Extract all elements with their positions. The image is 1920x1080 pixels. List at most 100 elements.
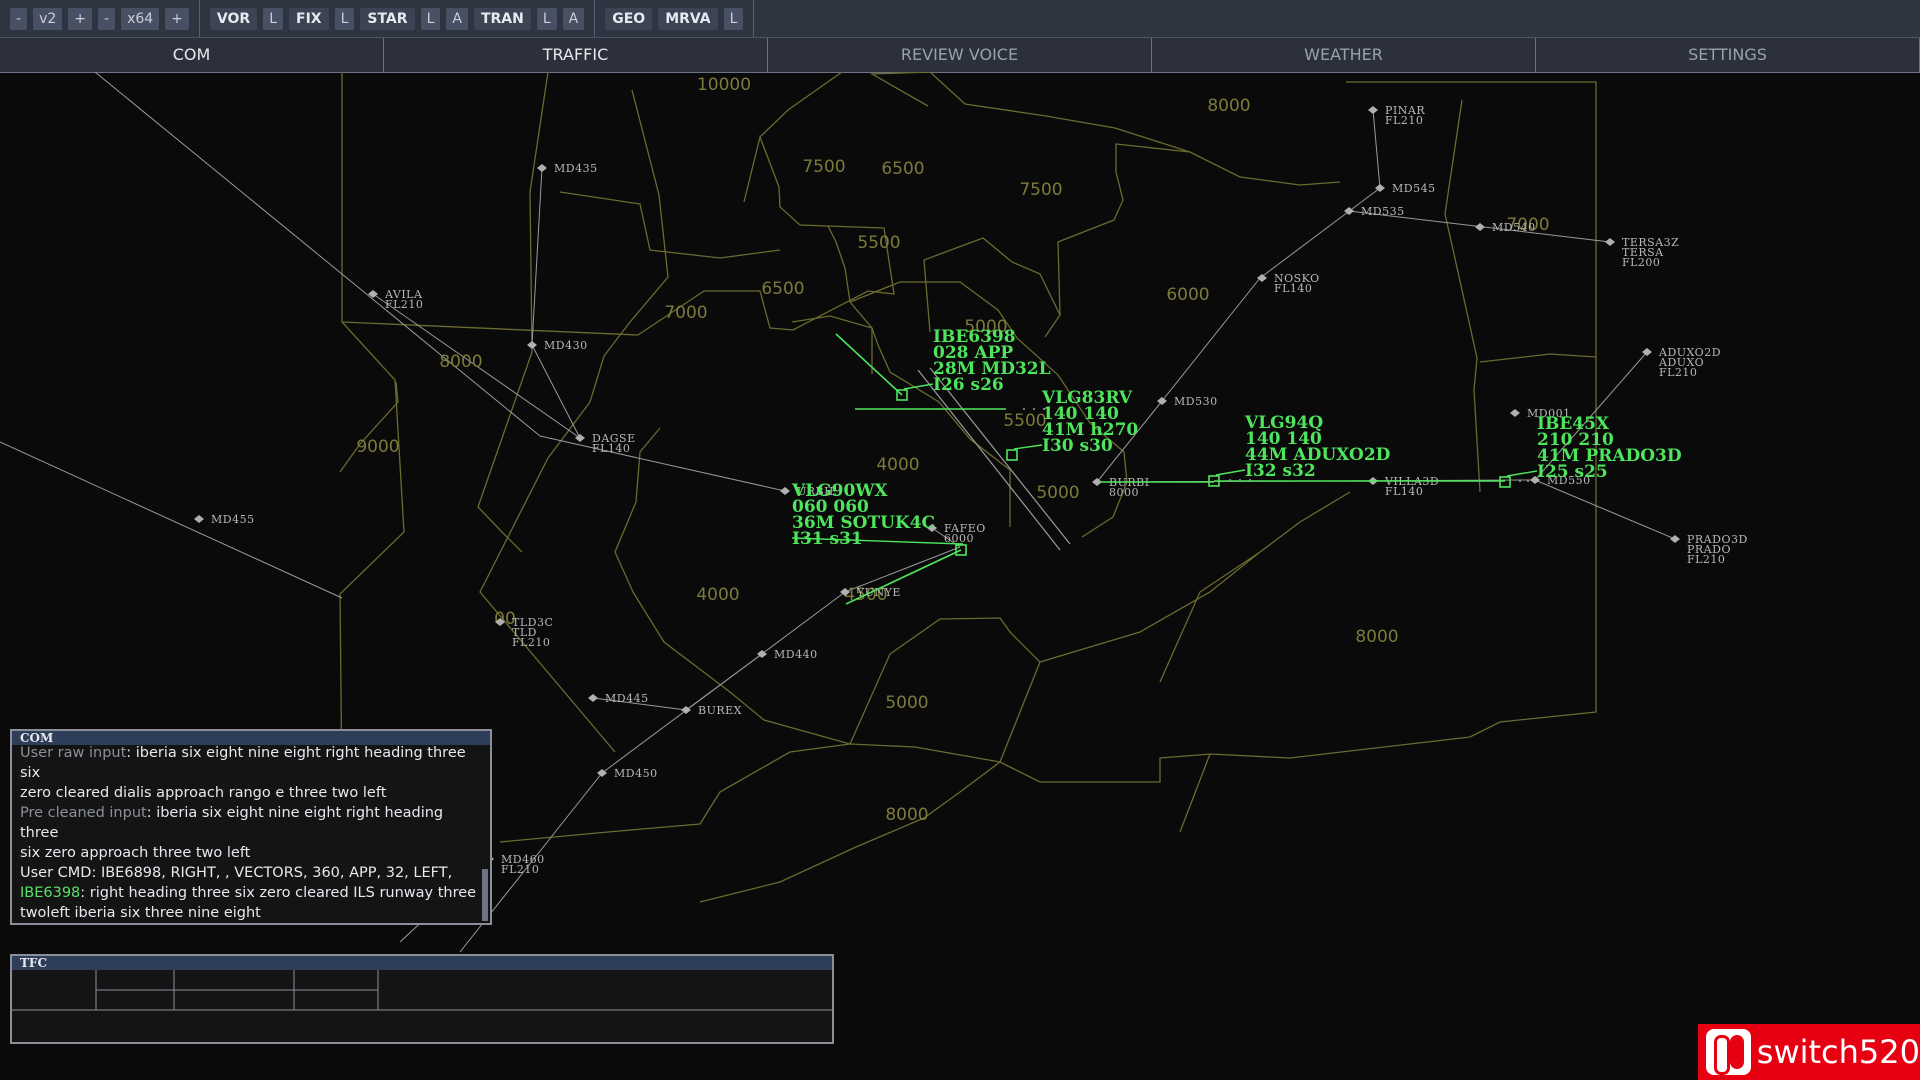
aircraft-data-block-line[interactable]: I26 s26 (933, 375, 1004, 395)
com-log-text: User CMD: IBE6898, RIGHT, , VECTORS, 360… (20, 865, 453, 881)
tab-settings[interactable]: SETTINGS (1536, 38, 1920, 72)
fix-label: FL140 (592, 442, 630, 455)
route-line (94, 72, 541, 437)
fix-label: MD435 (554, 162, 598, 175)
route-line (685, 653, 763, 711)
group2-button-4[interactable]: STAR (360, 7, 415, 30)
altitude-label: 8000 (885, 805, 928, 825)
com-log-text: six zero approach three two left (20, 845, 251, 861)
sector-boundary (849, 81, 1597, 783)
trail-dot (1249, 479, 1251, 481)
com-log-label: User raw input (20, 745, 127, 761)
aircraft-data-block-line[interactable]: I25 s25 (1537, 462, 1608, 482)
aircraft-data-block-line[interactable]: I31 s31 (792, 529, 863, 549)
group2-button-8[interactable]: L (536, 7, 557, 30)
altitude-label: 6000 (1166, 285, 1209, 305)
tfc-panel: TFC (10, 954, 834, 1044)
sector-boundary (1444, 99, 1481, 493)
altitude-label: 5000 (885, 693, 928, 713)
tab-review-voice[interactable]: REVIEW VOICE (768, 38, 1152, 72)
group2-button-3[interactable]: L (334, 7, 355, 30)
com-log-text: twoleft iberia six three nine eight (20, 905, 261, 921)
group2-button-5[interactable]: L (420, 7, 441, 30)
group3-button-2[interactable]: L (723, 7, 744, 30)
tab-weather[interactable]: WEATHER (1152, 38, 1536, 72)
group1-button-0[interactable]: - (10, 7, 28, 30)
altitude-label: 8000 (1207, 96, 1250, 116)
group2-button-0[interactable]: VOR (209, 7, 258, 30)
trail-dot (1239, 479, 1241, 481)
fix-label: FL210 (1687, 553, 1725, 566)
group2-button-9[interactable]: A (562, 7, 585, 30)
fix-diamond-icon[interactable] (1670, 535, 1680, 543)
group3-button-1[interactable]: MRVA (658, 7, 718, 30)
fix-label: MD445 (605, 692, 649, 705)
altitude-label: 4000 (696, 585, 739, 605)
group1-button-3[interactable]: - (98, 7, 116, 30)
aircraft-target-icon[interactable] (1006, 449, 1018, 461)
altitude-label: 7500 (1019, 180, 1062, 200)
route-line (531, 344, 581, 439)
aircraft-target-icon[interactable] (1499, 476, 1511, 488)
group2-button-1[interactable]: L (263, 7, 283, 30)
fix-diamond-icon[interactable] (588, 694, 598, 702)
tab-traffic[interactable]: TRAFFIC (384, 38, 768, 72)
fix-diamond-icon[interactable] (1605, 238, 1615, 246)
com-log[interactable]: User raw input: iberia six eight nine ei… (12, 739, 490, 925)
zoom-group: - v2 + - x64 + (0, 0, 200, 37)
fix-diamond-icon[interactable] (1368, 106, 1378, 114)
fix-label: MD545 (1392, 182, 1436, 195)
com-log-callsign[interactable]: IBE6398 (20, 885, 80, 901)
fix-diamond-icon[interactable] (527, 341, 537, 349)
route-line (539, 435, 786, 492)
fix-label: FL210 (385, 298, 423, 311)
sector-boundary (759, 72, 843, 138)
fix-label: FL210 (1659, 366, 1697, 379)
tfc-table[interactable] (12, 970, 832, 1042)
tab-com[interactable]: COM (0, 38, 384, 72)
map-layer-group: VOR L FIX L STAR L A TRAN L A (200, 0, 596, 37)
com-scrollbar[interactable] (482, 869, 488, 921)
group1-button-1[interactable]: v2 (33, 7, 63, 30)
group3-button-0[interactable]: GEO (605, 7, 653, 30)
watermark-text: switch520 (1756, 1033, 1920, 1071)
altitude-label: 8000 (1355, 627, 1398, 647)
altitude-label: 7000 (664, 303, 707, 323)
trail-dot (1229, 479, 1231, 481)
radar-scope[interactable]: 100007500 6500750080007000550065007000500… (0, 72, 1920, 1080)
group2-button-2[interactable]: FIX (289, 7, 329, 30)
group2-button-6[interactable]: A (446, 7, 468, 30)
altitude-label: 7500 (802, 157, 845, 177)
route-line (0, 441, 343, 599)
fix-diamond-icon[interactable] (1257, 274, 1267, 282)
aircraft-data-block-line[interactable]: I32 s32 (1245, 461, 1316, 481)
fix-diamond-icon[interactable] (1510, 409, 1520, 417)
fix-diamond-icon[interactable] (1157, 397, 1167, 405)
fix-diamond-icon[interactable] (537, 164, 547, 172)
fix-diamond-icon[interactable] (780, 487, 790, 495)
altitude-label: 9000 (356, 437, 399, 457)
sector-boundary (1039, 491, 1351, 663)
runway-approach-line (917, 369, 1061, 551)
aircraft-leader-line (1506, 470, 1538, 477)
toolbar: - v2 + - x64 + VOR L FIX L STAR L A TRAN L A GEO MRVA L (0, 0, 1920, 38)
group2-button-7[interactable]: TRAN (473, 7, 531, 30)
altitude-label: 10000 (697, 75, 751, 95)
group1-button-4[interactable]: x64 (121, 7, 160, 30)
fix-diamond-icon[interactable] (1475, 223, 1485, 231)
com-log-line: zero cleared dialis approach rango e thr… (20, 783, 482, 803)
group1-button-2[interactable]: + (68, 7, 92, 30)
sector-boundary (1479, 353, 1597, 363)
altitude-label: 6500 (761, 279, 804, 299)
fix-label: MD450 (614, 767, 658, 780)
fix-label: FL140 (1274, 282, 1312, 295)
altitude-label: 4000 (876, 455, 919, 475)
aircraft-data-block-line[interactable]: I30 s30 (1042, 436, 1113, 456)
sector-boundary (1189, 151, 1341, 186)
altitude-label: 5000 (1036, 483, 1079, 503)
fix-diamond-icon[interactable] (1642, 348, 1652, 356)
group1-button-5[interactable]: + (165, 7, 189, 30)
route-line (1372, 109, 1381, 189)
fix-diamond-icon[interactable] (194, 515, 204, 523)
aircraft-vector-line (835, 333, 903, 396)
